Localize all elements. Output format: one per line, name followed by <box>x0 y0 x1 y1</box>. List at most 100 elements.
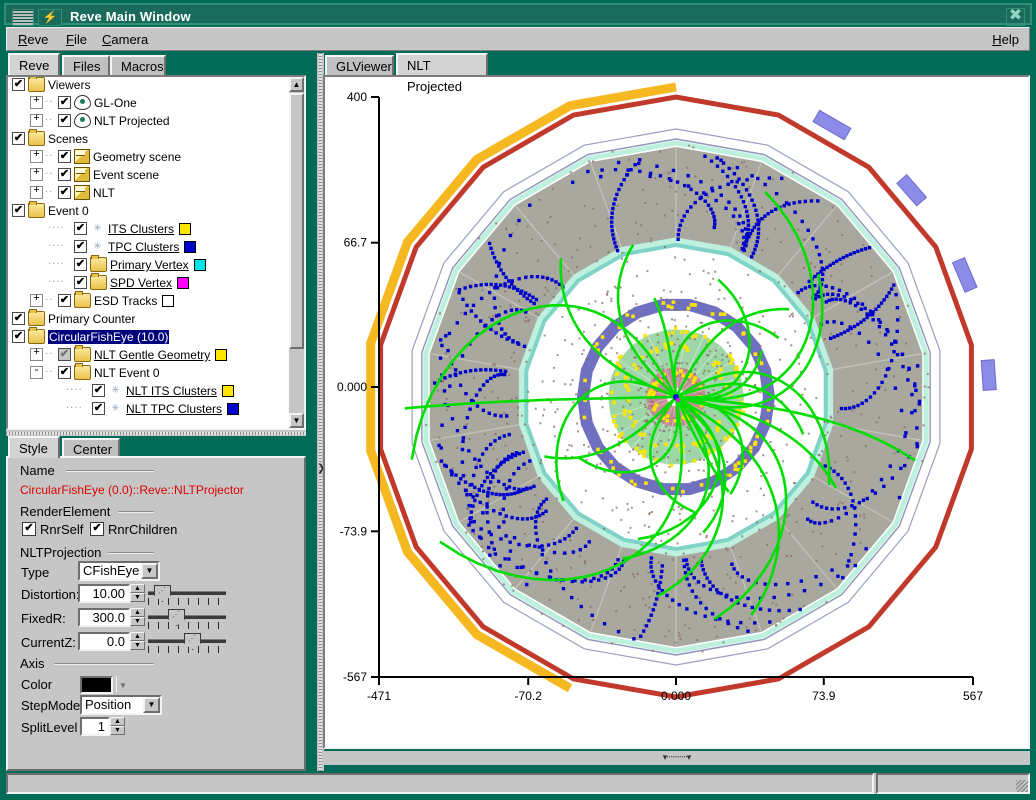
currentz-field[interactable]: 0.0 <box>78 632 130 651</box>
chevron-down-icon[interactable]: ▼ <box>141 563 158 579</box>
color-swatch[interactable] <box>184 241 196 253</box>
tree-checkbox[interactable]: ✔ <box>74 276 87 289</box>
color-swatch[interactable] <box>177 277 189 289</box>
axis-color-swatch[interactable] <box>80 676 113 694</box>
tree-item-label[interactable]: Primary Counter <box>48 312 135 326</box>
color-swatch[interactable] <box>215 349 227 361</box>
tree-row[interactable]: ‧‧‧‧✔SPD Vertex <box>8 275 291 293</box>
menu-reve[interactable]: RReveeve <box>12 31 54 48</box>
tree-row[interactable]: ‧‧‧‧✔Primary Vertex <box>8 257 291 275</box>
color-swatch[interactable] <box>222 385 234 397</box>
fixedr-stepper[interactable]: ▲▼ <box>130 608 145 627</box>
tree-item-label[interactable]: SPD Vertex <box>110 276 172 290</box>
tree-row[interactable]: +‧‧✔GL-One <box>8 95 291 113</box>
tree-checkbox[interactable]: ✔ <box>12 312 25 325</box>
menu-file[interactable]: File <box>60 31 93 48</box>
tree-checkbox[interactable]: ✔ <box>92 384 105 397</box>
tree-checkbox[interactable]: ✔ <box>12 78 25 91</box>
tree-item-label[interactable]: NLT <box>93 186 115 200</box>
tree-expander-icon[interactable]: + <box>30 96 43 109</box>
distortion-field[interactable]: 10.00 <box>78 584 130 603</box>
color-swatch[interactable] <box>227 403 239 415</box>
menu-camera[interactable]: Camera <box>96 31 154 48</box>
menu-help[interactable]: Help <box>986 31 1025 48</box>
tree-row[interactable]: +‧‧✔NLT <box>8 185 291 203</box>
tree-expander-icon[interactable]: + <box>30 150 43 163</box>
tree-vertical-scrollbar[interactable]: ▲ ▼ <box>289 77 304 428</box>
color-swatch[interactable] <box>179 223 191 235</box>
tree-expander-icon[interactable]: + <box>30 168 43 181</box>
tab-nlt-projected[interactable]: NLT Projected <box>396 53 488 75</box>
tree-row[interactable]: ‧‧‧‧✔ITS Clusters <box>8 221 291 239</box>
stepmode-combobox[interactable]: Position ▼ <box>80 695 162 715</box>
tree-item-label[interactable]: Event scene <box>93 168 159 182</box>
tree-row[interactable]: ✔ Viewers <box>8 77 291 95</box>
tree-row[interactable]: +‧‧✔NLT Gentle Geometry <box>8 347 291 365</box>
scroll-down-icon[interactable]: ▼ <box>289 413 304 428</box>
tree-row[interactable]: +‧‧✔NLT Projected <box>8 113 291 131</box>
tree-checkbox[interactable]: ✔ <box>58 168 71 181</box>
tree-checkbox[interactable]: ✔ <box>12 132 25 145</box>
tree-item-label[interactable]: Scenes <box>48 132 88 146</box>
fixedr-field[interactable]: 300.0 <box>78 608 130 627</box>
close-icon[interactable]: ✖ <box>1006 8 1025 26</box>
tree-expander-icon[interactable]: + <box>30 186 43 199</box>
tree-row[interactable]: ‧‧‧‧✔NLT TPC Clusters <box>8 401 291 419</box>
tab-center[interactable]: Center <box>62 438 120 458</box>
tree-checkbox[interactable]: ✔ <box>58 96 71 109</box>
rnrself-checkbox[interactable]: ✔ <box>22 522 36 536</box>
tree-item-label[interactable]: NLT Event 0 <box>94 366 160 380</box>
tree-row[interactable]: ✔ Scenes <box>8 131 291 149</box>
scroll-up-icon[interactable]: ▲ <box>289 77 304 92</box>
tree-row[interactable]: ‧‧‧‧✔NLT ITS Clusters <box>8 383 291 401</box>
splitlevel-stepper[interactable]: ▲▼ <box>110 717 125 736</box>
tree-item-label[interactable]: CircularFishEye (10.0) <box>48 330 169 344</box>
tree-expander-icon[interactable]: - <box>30 366 43 379</box>
tree-item-label[interactable]: NLT ITS Clusters <box>126 384 217 398</box>
tab-reve[interactable]: Reve <box>8 53 60 75</box>
distortion-slider[interactable] <box>148 584 226 606</box>
tree-checkbox[interactable]: ✔ <box>58 366 71 379</box>
tab-files[interactable]: Files <box>62 55 110 75</box>
color-dropdown-icon[interactable]: ▼ <box>116 676 129 692</box>
tree-row[interactable]: ✔CircularFishEye (10.0) <box>8 329 291 347</box>
rnrchildren-checkbox[interactable]: ✔ <box>90 522 104 536</box>
tree-checkbox[interactable]: ✔ <box>58 114 71 127</box>
tree-checkbox[interactable]: ✔ <box>58 150 71 163</box>
window-menu-grip-icon[interactable] <box>12 9 34 26</box>
scene-tree[interactable]: ✔Viewers+‧‧✔GL-One+‧‧✔NLT Projected✔Scen… <box>6 75 306 430</box>
tree-row[interactable]: ✔Event 0 <box>8 203 291 221</box>
tree-expander-icon[interactable]: + <box>30 348 43 361</box>
tree-item-label[interactable]: Viewers <box>48 78 90 92</box>
tree-checkbox[interactable]: ✔ <box>58 294 71 307</box>
tree-checkbox[interactable]: ✔ <box>74 240 87 253</box>
tree-checkbox[interactable]: ✔ <box>92 402 105 415</box>
tree-item-label[interactable]: ESD Tracks <box>94 294 157 308</box>
chevron-down-icon[interactable]: ▼ <box>143 697 160 713</box>
tree-item-label[interactable]: NLT TPC Clusters <box>126 402 222 416</box>
distortion-stepper[interactable]: ▲▼ <box>130 584 145 603</box>
currentz-stepper[interactable]: ▲▼ <box>130 632 145 651</box>
splitlevel-field[interactable]: 1 <box>80 717 110 736</box>
tree-row[interactable]: +‧‧✔Event scene <box>8 167 291 185</box>
tree-row[interactable]: -‧‧✔NLT Event 0 <box>8 365 291 383</box>
color-swatch[interactable] <box>194 259 206 271</box>
tree-checkbox[interactable]: ✔ <box>12 204 25 217</box>
tree-item-label[interactable]: TPC Clusters <box>108 240 179 254</box>
viewer-horizontal-scrollbar[interactable]: ▾‧‧‧‧‧‧‧‧‧‧‧▾ <box>323 751 1030 765</box>
type-combobox[interactable]: CFishEye ▼ <box>78 561 160 581</box>
tree-expander-icon[interactable]: + <box>30 114 43 127</box>
tree-checkbox[interactable]: ✔ <box>58 186 71 199</box>
tree-checkbox[interactable]: ✔ <box>58 348 71 361</box>
tree-item-label[interactable]: ITS Clusters <box>108 222 174 236</box>
tree-checkbox[interactable]: ✔ <box>74 258 87 271</box>
nlt-projected-canvas[interactable]: 40066.70.000-73.9-567-471-70.20.00073.95… <box>323 75 1030 749</box>
tree-scroll-thumb[interactable] <box>289 93 304 349</box>
tree-row[interactable]: +‧‧✔ESD Tracks <box>8 293 291 311</box>
tree-row[interactable]: +‧‧✔Geometry scene <box>8 149 291 167</box>
resize-grip-icon[interactable] <box>1016 780 1028 792</box>
tree-row[interactable]: ✔ Primary Counter <box>8 311 291 329</box>
tree-item-label[interactable]: NLT Gentle Geometry <box>94 348 210 362</box>
scroll-grip-icon[interactable]: ▾‧‧‧‧‧‧‧‧‧‧‧▾ <box>663 752 691 763</box>
color-swatch[interactable] <box>162 295 174 307</box>
